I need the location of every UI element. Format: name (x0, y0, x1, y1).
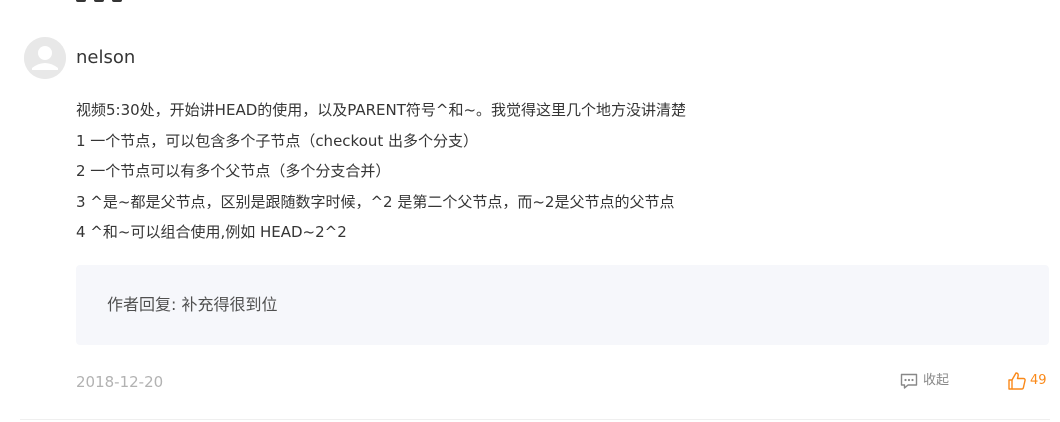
collapse-label: 收起 (923, 373, 950, 388)
comment-bubble-icon (900, 373, 918, 389)
like-count: 49 (1030, 373, 1047, 388)
item-divider (20, 419, 1050, 420)
thumbs-up-icon (1008, 372, 1026, 390)
comment-line: 1 一个节点，可以包含多个子节点（checkout 出多个分支） (76, 131, 479, 150)
comment-line: 2 一个节点可以有多个父节点（多个分支合并） (76, 162, 391, 180)
avatar[interactable] (24, 37, 66, 79)
comment-item: nelson 视频5:30处，开始讲HEAD的使用，以及PARENT符号^和~。… (0, 0, 1060, 422)
comment-date: 2018-12-20 (76, 373, 164, 391)
like-button[interactable]: 49 (1007, 370, 1047, 392)
author-reply-text: 作者回复: 补充得很到位 (107, 295, 278, 314)
comment-line: 4 ^和~可以组合使用,例如 HEAD~2^2 (76, 223, 347, 241)
comment-line: 视频5:30处，开始讲HEAD的使用，以及PARENT符号^和~。我觉得这里几个… (76, 101, 687, 119)
fragment-block (94, 0, 104, 2)
user-avatar-icon (24, 37, 66, 79)
fragment-block (112, 0, 122, 2)
fragment-block (76, 0, 86, 2)
collapse-button[interactable]: 收起 (899, 370, 949, 392)
comment-author[interactable]: nelson (76, 44, 135, 72)
comment-body: 视频5:30处，开始讲HEAD的使用，以及PARENT符号^和~。我觉得这里几个… (76, 95, 1036, 248)
comment-line: 3 ^是~都是父节点，区别是跟随数字时候，^2 是第二个父节点，而~2是父节点的… (76, 192, 675, 211)
previous-item-fragment (76, 0, 122, 2)
author-reply-box: 作者回复: 补充得很到位 (76, 265, 1049, 345)
